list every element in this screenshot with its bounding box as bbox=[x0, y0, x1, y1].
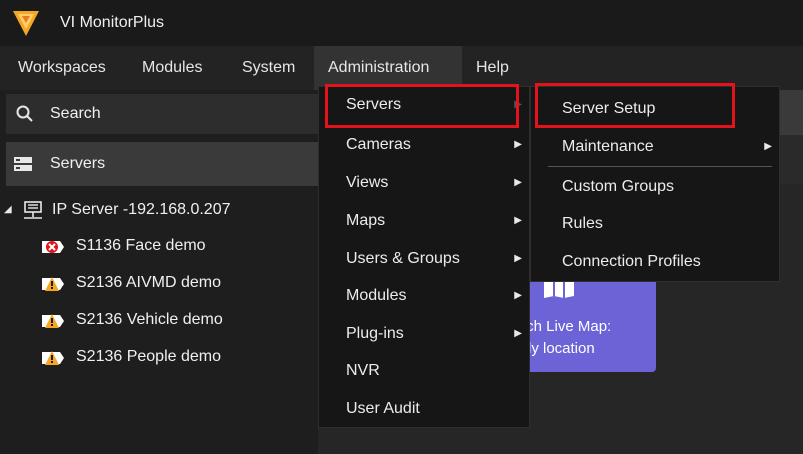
admin-menu-modules-label: Modules bbox=[346, 287, 407, 304]
admin-menu-maps-label: Maps bbox=[346, 212, 386, 229]
submenu-connection-profiles-label: Connection Profiles bbox=[562, 253, 701, 270]
admin-menu-nvr[interactable]: NVR bbox=[318, 352, 530, 390]
app-title: VI MonitorPlus bbox=[60, 14, 165, 31]
live-map-text: ıch Live Map: ly location bbox=[522, 316, 611, 360]
submenu-custom-groups[interactable]: Custom Groups bbox=[530, 168, 780, 206]
app-logo-icon bbox=[13, 11, 39, 36]
camera-warning-icon bbox=[42, 351, 64, 365]
admin-menu-user-audit-label: User Audit bbox=[346, 400, 420, 417]
admin-menu-modules[interactable]: Modules ▶ bbox=[318, 277, 530, 315]
camera-warning-icon bbox=[42, 314, 64, 328]
search-label: Search bbox=[50, 105, 101, 122]
search-icon bbox=[16, 105, 33, 122]
expand-arrow-icon: ◢ bbox=[4, 204, 12, 215]
submenu-arrow-icon: ▶ bbox=[514, 215, 522, 226]
submenu-arrow-icon: ▶ bbox=[514, 139, 522, 150]
submenu-arrow-icon: ▶ bbox=[514, 253, 522, 264]
submenu-rules-label: Rules bbox=[562, 215, 603, 232]
server-rack-icon bbox=[14, 157, 32, 171]
submenu-maintenance[interactable]: Maintenance ▶ bbox=[530, 128, 780, 166]
submenu-connection-profiles[interactable]: Connection Profiles bbox=[530, 243, 780, 281]
submenu-rules[interactable]: Rules bbox=[530, 205, 780, 243]
camera-label: S1136 Face demo bbox=[76, 237, 206, 254]
menu-system[interactable]: System bbox=[228, 46, 309, 90]
camera-error-icon bbox=[42, 241, 64, 253]
camera-label: S2136 AIVMD demo bbox=[76, 274, 221, 291]
submenu-arrow-icon: ▶ bbox=[514, 328, 522, 339]
submenu-arrow-icon: ▶ bbox=[764, 141, 772, 152]
camera-item[interactable]: S2136 AIVMD demo bbox=[40, 268, 300, 298]
camera-item[interactable]: S2136 Vehicle demo bbox=[40, 305, 300, 335]
highlight-servers bbox=[325, 84, 519, 128]
submenu-arrow-icon: ▶ bbox=[514, 290, 522, 301]
title-bar: VI MonitorPlus bbox=[0, 0, 803, 46]
submenu-maintenance-label: Maintenance bbox=[562, 138, 654, 155]
submenu-arrow-icon: ▶ bbox=[514, 177, 522, 188]
camera-item[interactable]: S2136 People demo bbox=[40, 342, 300, 372]
admin-menu-nvr-label: NVR bbox=[346, 362, 380, 379]
submenu-separator bbox=[548, 166, 772, 167]
camera-label: S2136 People demo bbox=[76, 348, 221, 365]
admin-menu-users-groups-label: Users & Groups bbox=[346, 250, 460, 267]
admin-menu-maps[interactable]: Maps ▶ bbox=[318, 202, 530, 240]
camera-warning-icon bbox=[42, 277, 64, 291]
admin-menu-plugins[interactable]: Plug-ins ▶ bbox=[318, 315, 530, 353]
servers-label: Servers bbox=[50, 155, 106, 172]
admin-menu-plugins-label: Plug-ins bbox=[346, 325, 404, 342]
server-network-icon bbox=[24, 201, 42, 219]
menu-workspaces[interactable]: Workspaces bbox=[4, 46, 120, 90]
admin-menu-user-audit[interactable]: User Audit bbox=[318, 390, 530, 428]
camera-label: S2136 Vehicle demo bbox=[76, 311, 223, 328]
live-map-line2: ly location bbox=[528, 340, 595, 357]
servers-section-header[interactable]: Servers bbox=[6, 142, 318, 186]
admin-menu-views[interactable]: Views ▶ bbox=[318, 164, 530, 202]
search-bar[interactable]: Search bbox=[6, 94, 318, 134]
map-icon bbox=[544, 280, 574, 298]
admin-menu-cameras[interactable]: Cameras ▶ bbox=[318, 126, 530, 164]
submenu-custom-groups-label: Custom Groups bbox=[562, 178, 675, 195]
menu-modules[interactable]: Modules bbox=[128, 46, 216, 90]
camera-item[interactable]: S1136 Face demo bbox=[40, 231, 300, 261]
live-map-line1: ıch Live Map: bbox=[522, 318, 612, 335]
highlight-server-setup bbox=[535, 83, 735, 128]
admin-menu-views-label: Views bbox=[346, 174, 389, 191]
admin-menu-cameras-label: Cameras bbox=[346, 136, 411, 153]
admin-menu-users-groups[interactable]: Users & Groups ▶ bbox=[318, 240, 530, 278]
server-node-label: IP Server -192.168.0.207 bbox=[52, 201, 231, 218]
